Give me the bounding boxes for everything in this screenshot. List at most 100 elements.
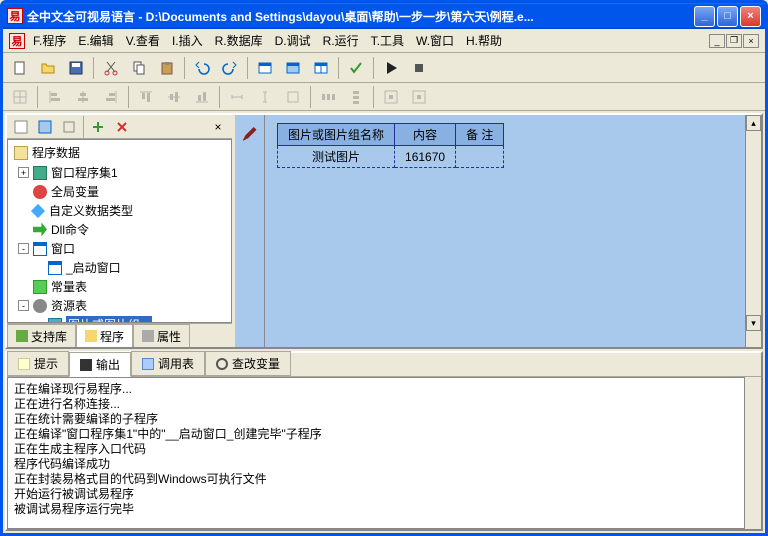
col-remark: 备 注 <box>456 124 504 146</box>
align-top-button[interactable] <box>135 86 157 108</box>
hspace-button[interactable] <box>317 86 339 108</box>
tree-node[interactable]: 资源表 <box>51 297 87 314</box>
tab-hint[interactable]: 提示 <box>7 351 69 376</box>
win2-button[interactable] <box>282 57 304 79</box>
expand-icon[interactable]: + <box>18 167 29 178</box>
resource-icon <box>33 299 47 313</box>
tree-node[interactable]: 自定义数据类型 <box>49 202 133 219</box>
tree-node[interactable]: 窗口程序集1 <box>51 164 118 181</box>
tree-node[interactable]: 常量表 <box>51 278 87 295</box>
menu-view[interactable]: V.查看 <box>122 30 164 51</box>
tab-output[interactable]: 输出 <box>69 352 131 377</box>
same-width-button[interactable] <box>226 86 248 108</box>
log-scrollbar[interactable] <box>745 377 761 529</box>
window-icon <box>48 261 62 275</box>
center-h-button[interactable] <box>380 86 402 108</box>
tree-node[interactable]: 全局变量 <box>51 183 99 200</box>
mdi-restore-button[interactable]: ❐ <box>726 34 742 48</box>
tree-node[interactable]: Dll命令 <box>51 221 89 238</box>
tab-watch[interactable]: 查改变量 <box>205 351 291 376</box>
col-content: 内容 <box>395 124 456 146</box>
app-icon: 易 <box>7 8 23 24</box>
editor-canvas[interactable]: 图片或图片组名称内容备 注 测试图片161670 ▴▾ <box>265 115 761 347</box>
tab-support[interactable]: 支持库 <box>7 324 76 347</box>
align-center-h-button[interactable] <box>72 86 94 108</box>
log-line: 正在进行名称连接... <box>14 397 738 412</box>
left-panel-toolbar: × <box>7 115 232 139</box>
win3-button[interactable] <box>310 57 332 79</box>
tree-node[interactable]: 窗口 <box>51 240 75 257</box>
align-left-button[interactable] <box>44 86 66 108</box>
menu-run[interactable]: R.运行 <box>319 30 363 51</box>
run-button[interactable] <box>380 57 402 79</box>
tree-node-selected[interactable]: 图片或图片组... <box>66 316 152 323</box>
new-button[interactable] <box>9 57 31 79</box>
menu-insert[interactable]: I.插入 <box>168 30 207 51</box>
center-v-button[interactable] <box>408 86 430 108</box>
menu-window[interactable]: W.窗口 <box>412 30 458 51</box>
folder-icon <box>33 166 47 180</box>
collapse-icon[interactable]: - <box>18 300 29 311</box>
paste-button[interactable] <box>156 57 178 79</box>
menu-app-icon: 易 <box>9 33 25 49</box>
mdi-close-button[interactable]: × <box>743 34 759 48</box>
tree-title: 程序数据 <box>32 144 80 161</box>
align-right-button[interactable] <box>100 86 122 108</box>
cut-button[interactable] <box>100 57 122 79</box>
resource-table[interactable]: 图片或图片组名称内容备 注 测试图片161670 <box>277 123 504 168</box>
vspace-button[interactable] <box>345 86 367 108</box>
tree-view[interactable]: 程序数据 + 窗口程序集1 全局变量 自定义数据类型 Dll命令 - 窗口 _启动窗… <box>7 139 232 323</box>
menu-debug[interactable]: D.调试 <box>271 30 315 51</box>
titlebar[interactable]: 易 全中文全可视易语言 - D:\Documents and Settings\… <box>3 3 765 29</box>
menu-edit[interactable]: E.编辑 <box>74 30 117 51</box>
search-icon <box>216 358 228 370</box>
menu-tools[interactable]: T.工具 <box>367 30 408 51</box>
panel-btn-3[interactable] <box>59 117 79 137</box>
cell-content[interactable]: 161670 <box>395 146 456 168</box>
same-height-button[interactable] <box>254 86 276 108</box>
stop-button[interactable] <box>408 57 430 79</box>
copy-button[interactable] <box>128 57 150 79</box>
collapse-icon[interactable]: - <box>18 243 29 254</box>
tree-root-icon <box>14 146 28 160</box>
check-button[interactable] <box>345 57 367 79</box>
cell-remark[interactable] <box>456 146 504 168</box>
tab-callstack[interactable]: 调用表 <box>131 351 205 376</box>
maximize-button[interactable]: □ <box>717 6 738 27</box>
vertical-scrollbar[interactable]: ▴▾ <box>745 115 761 347</box>
log-line: 程序代码编译成功 <box>14 457 738 472</box>
grid-button[interactable] <box>9 86 31 108</box>
undo-button[interactable] <box>191 57 213 79</box>
redo-button[interactable] <box>219 57 241 79</box>
close-button[interactable]: × <box>740 6 761 27</box>
minimize-button[interactable]: _ <box>694 6 715 27</box>
editor-area: 图片或图片组名称内容备 注 测试图片161670 ▴▾ <box>235 115 761 347</box>
menu-database[interactable]: R.数据库 <box>211 30 267 51</box>
mdi-minimize-button[interactable]: _ <box>709 34 725 48</box>
tree-node[interactable]: _启动窗口 <box>66 259 121 276</box>
same-size-button[interactable] <box>282 86 304 108</box>
toolbar-design <box>3 83 765 111</box>
panel-btn-1[interactable] <box>11 117 31 137</box>
panel-btn-4[interactable] <box>88 117 108 137</box>
ball-icon <box>33 185 47 199</box>
output-log[interactable]: 正在编译现行易程序... 正在进行名称连接... 正在统计需要编译的子程序 正在… <box>7 377 745 529</box>
align-middle-button[interactable] <box>163 86 185 108</box>
menu-program[interactable]: F.程序 <box>29 30 70 51</box>
left-panel: × 程序数据 + 窗口程序集1 全局变量 自定义数据类型 Dll命令 - 窗口 _启… <box>7 115 235 347</box>
win1-button[interactable] <box>254 57 276 79</box>
save-button[interactable] <box>65 57 87 79</box>
panel-btn-5[interactable] <box>112 117 132 137</box>
tab-property[interactable]: 属性 <box>133 324 190 347</box>
log-line: 正在封装易格式目的代码到Windows可执行文件 <box>14 472 738 487</box>
output-tabs: 提示 输出 调用表 查改变量 <box>7 353 761 377</box>
menu-help[interactable]: H.帮助 <box>462 30 506 51</box>
align-bottom-button[interactable] <box>191 86 213 108</box>
panel-close-button[interactable]: × <box>208 117 228 137</box>
cell-name[interactable]: 测试图片 <box>278 146 395 168</box>
open-button[interactable] <box>37 57 59 79</box>
panel-btn-2[interactable] <box>35 117 55 137</box>
tab-program[interactable]: 程序 <box>76 324 133 347</box>
window-title: 全中文全可视易语言 - D:\Documents and Settings\da… <box>27 8 534 25</box>
log-line: 被调试易程序运行完毕 <box>14 502 738 517</box>
